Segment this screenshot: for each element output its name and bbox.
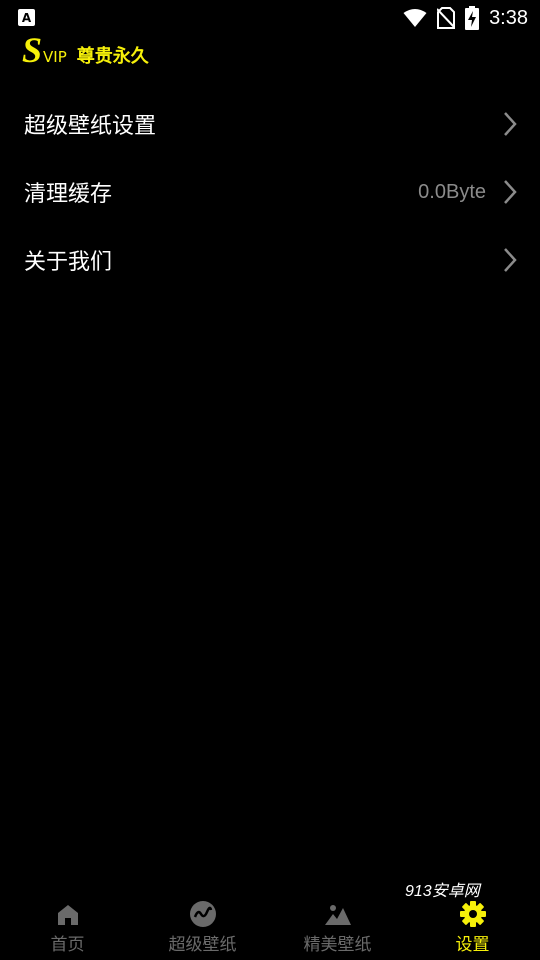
notification-icon: A: [18, 9, 35, 26]
vip-label: VIP: [43, 48, 67, 66]
menu-item-super-wallpaper-settings[interactable]: 超级壁纸设置: [0, 90, 540, 158]
home-icon: [57, 905, 78, 925]
wifi-icon: [403, 9, 427, 27]
status-bar: A 3:38: [0, 0, 540, 36]
battery-charging-icon: [465, 6, 480, 30]
menu-item-label: 超级壁纸设置: [24, 114, 157, 139]
tab-beautiful-wallpaper[interactable]: 精美壁纸: [270, 896, 405, 960]
chevron-right-icon: [504, 248, 517, 272]
tab-label: 超级壁纸: [168, 935, 237, 955]
gear-icon: [459, 901, 486, 927]
vip-badge: S VIP 尊贵永久: [22, 32, 149, 72]
status-time: 3:38: [489, 6, 528, 29]
tab-home[interactable]: 首页: [0, 896, 135, 960]
tab-super-wallpaper[interactable]: 超级壁纸: [135, 896, 270, 960]
tab-settings[interactable]: 设置: [405, 896, 540, 960]
wave-icon: [189, 901, 216, 927]
cache-size-value: 0.0Byte: [418, 180, 486, 203]
vip-status-text: 尊贵永久: [76, 46, 149, 67]
menu-item-about-us[interactable]: 关于我们: [0, 226, 540, 294]
settings-menu: 超级壁纸设置 清理缓存 0.0Byte 关于我们: [0, 90, 540, 294]
tab-label: 设置: [455, 935, 490, 955]
tab-label: 首页: [50, 935, 85, 955]
status-icons: 3:38: [403, 4, 528, 32]
landscape-icon: [324, 905, 351, 925]
menu-item-label: 清理缓存: [24, 182, 113, 207]
vip-s-logo: S: [22, 30, 43, 70]
menu-item-label: 关于我们: [24, 250, 113, 275]
tab-label: 精美壁纸: [303, 935, 372, 955]
chevron-right-icon: [504, 112, 517, 136]
chevron-right-icon: [504, 180, 517, 204]
bottom-tab-bar: 首页 超级壁纸 精美壁纸 设置: [0, 896, 540, 960]
no-sim-icon: [437, 7, 456, 29]
menu-item-clear-cache[interactable]: 清理缓存 0.0Byte: [0, 158, 540, 226]
